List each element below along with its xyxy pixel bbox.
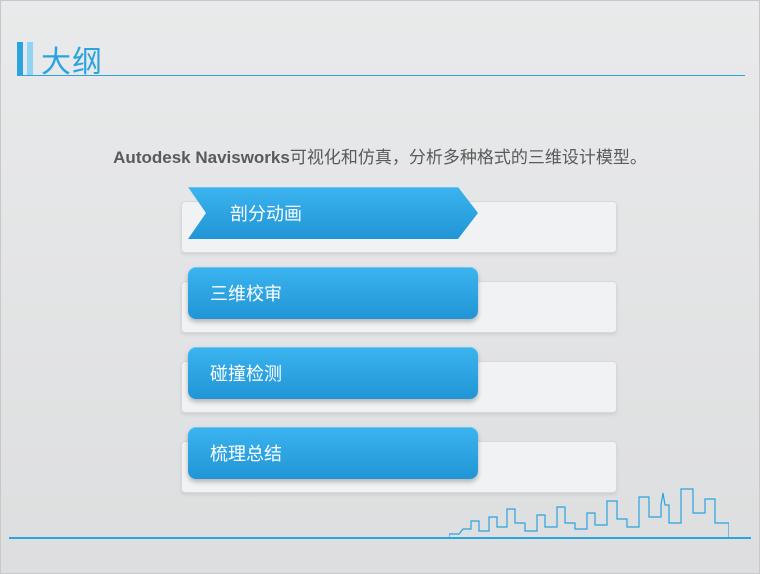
outline-list: 剖分动画 三维校审 碰撞检测 梳理总结: [181, 187, 617, 481]
list-item: 三维校审: [181, 267, 617, 321]
subtitle-bold: Autodesk Navisworks: [113, 148, 290, 167]
list-item-label: 梳理总结: [210, 440, 282, 466]
title-bars-icon: [17, 42, 33, 76]
list-item-label: 碰撞检测: [210, 360, 282, 386]
list-item: 梳理总结: [181, 427, 617, 481]
list-item-label: 三维校审: [210, 280, 282, 306]
list-item: 剖分动画: [181, 187, 617, 241]
bottom-divider: [9, 537, 751, 539]
list-item-label: 剖分动画: [230, 200, 302, 226]
title-underline: [17, 75, 745, 76]
list-item-button-2: 三维校审: [188, 267, 478, 319]
subtitle-rest: 可视化和仿真，分析多种格式的三维设计模型。: [290, 148, 647, 167]
list-item: 碰撞检测: [181, 347, 617, 401]
slide-subtitle: Autodesk Navisworks可视化和仿真，分析多种格式的三维设计模型。: [1, 143, 759, 168]
list-item-button-4: 梳理总结: [188, 427, 478, 479]
list-item-button-3: 碰撞检测: [188, 347, 478, 399]
skyline-icon: [449, 479, 729, 539]
list-item-button-1: 剖分动画: [188, 187, 478, 239]
